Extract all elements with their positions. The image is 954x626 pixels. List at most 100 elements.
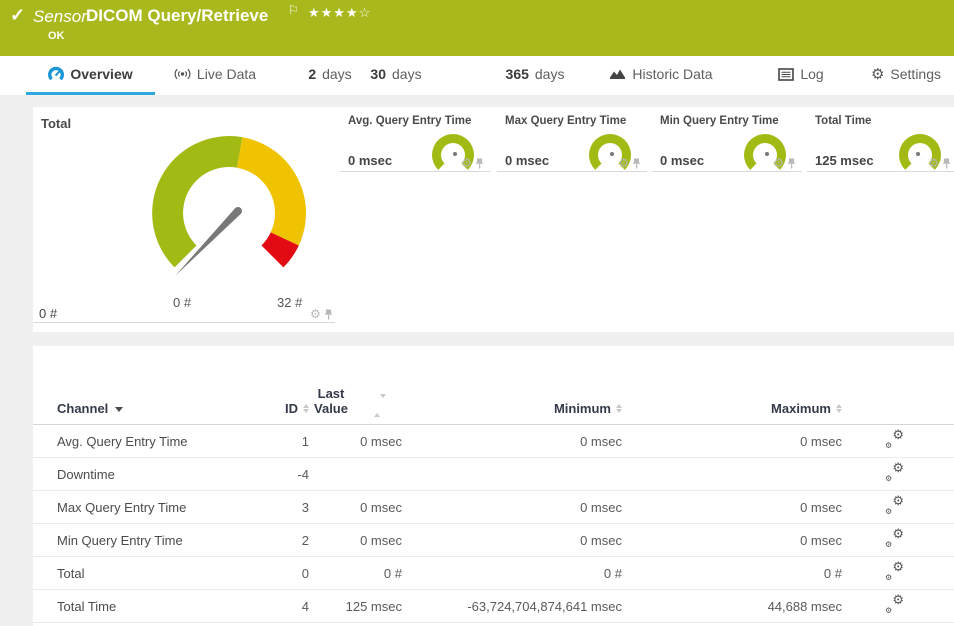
tab-settings[interactable]: ⚙ Settings <box>865 56 947 92</box>
tab-historic-data[interactable]: Historic Data <box>608 56 714 92</box>
sensor-title: DICOM Query/Retrieve <box>86 6 268 26</box>
channel-name: Downtime <box>57 467 247 482</box>
column-label: ID <box>285 401 298 416</box>
channel-maximum: 0 # <box>622 566 842 581</box>
gauge-card-max-query-entry-time[interactable]: Max Query Entry Time 0 msec ⚙ <box>497 107 647 172</box>
pin-icon[interactable] <box>787 158 796 169</box>
table-header-row: Channel ID Last Value Minimum Maximum <box>33 346 954 425</box>
channel-maximum: 0 msec <box>622 500 842 515</box>
channel-id: 3 <box>247 500 309 515</box>
table-row: Max Query Entry Time 3 0 msec 0 msec 0 m… <box>33 491 954 524</box>
tab-bar: Overview Live Data 2 days 30 days 365 da… <box>0 56 954 95</box>
channel-settings-icon[interactable]: ⚙⚙ <box>885 498 904 514</box>
channel-name: Avg. Query Entry Time <box>57 434 247 449</box>
tab-number: 30 <box>370 66 386 82</box>
gauge-card-total-time[interactable]: Total Time 125 msec ⚙ <box>807 107 954 172</box>
channel-id: 0 <box>247 566 309 581</box>
channel-minimum: 0 msec <box>402 500 622 515</box>
total-gauge-scale-max: 32 # <box>277 295 302 310</box>
channel-last-value: 0 msec <box>309 434 402 449</box>
sensor-header: ✓ Sensor DICOM Query/Retrieve ⚐ ★★★★☆ OK <box>0 0 954 56</box>
gauge-actions: ⚙ <box>773 157 796 169</box>
column-label: Minimum <box>554 401 611 416</box>
column-header-actions <box>842 416 954 424</box>
gauge-icon <box>48 66 64 82</box>
column-header-maximum[interactable]: Maximum <box>622 401 842 424</box>
gauge-actions: ⚙ <box>618 157 641 169</box>
gauge-value: 0 msec <box>660 153 704 168</box>
channel-settings-icon[interactable]: ⚙⚙ <box>885 432 904 448</box>
tab-log[interactable]: Log <box>770 56 832 92</box>
total-card-divider <box>33 322 335 323</box>
gauge-card-min-query-entry-time[interactable]: Min Query Entry Time 0 msec ⚙ <box>652 107 802 172</box>
column-header-minimum[interactable]: Minimum <box>402 401 622 424</box>
channel-settings-icon[interactable]: ⚙⚙ <box>885 597 904 613</box>
tab-label: days <box>392 66 422 82</box>
table-row: Min Query Entry Time 2 0 msec 0 msec 0 m… <box>33 524 954 557</box>
total-gauge-title: Total <box>41 116 71 131</box>
channel-settings-icon[interactable]: ⚙⚙ <box>885 564 904 580</box>
channel-name: Max Query Entry Time <box>57 500 247 515</box>
channel-maximum: 44,688 msec <box>622 599 842 614</box>
tab-label: Historic Data <box>632 66 712 82</box>
table-row: Total Time 4 125 msec -63,724,704,874,64… <box>33 590 954 623</box>
mini-gauge <box>895 128 945 182</box>
pin-icon[interactable] <box>632 158 641 169</box>
channel-table: Channel ID Last Value Minimum Maximum <box>33 346 954 626</box>
tab-30-days[interactable]: 30 days <box>365 56 427 92</box>
tab-label: days <box>322 66 352 82</box>
gauge-actions: ⚙ <box>928 157 951 169</box>
column-header-last-value[interactable]: Last Value <box>309 386 402 424</box>
gauge-title: Max Query Entry Time <box>505 115 626 127</box>
tab-2-days[interactable]: 2 days <box>300 56 360 92</box>
gauge-actions: ⚙ <box>461 157 484 169</box>
priority-stars[interactable]: ★★★★☆ <box>308 5 371 21</box>
tab-label: Overview <box>70 66 132 82</box>
pin-icon[interactable] <box>475 158 484 169</box>
tab-overview[interactable]: Overview <box>26 56 155 95</box>
total-gauge <box>119 107 339 287</box>
column-header-id[interactable]: ID <box>247 401 309 424</box>
gauge-value: 0 msec <box>505 153 549 168</box>
ok-check-icon: ✓ <box>10 5 25 26</box>
channel-last-value: 0 msec <box>309 500 402 515</box>
gauge-title: Avg. Query Entry Time <box>348 115 471 127</box>
tab-365-days[interactable]: 365 days <box>500 56 570 92</box>
gear-icon[interactable]: ⚙ <box>618 157 629 169</box>
tab-label: Log <box>800 66 823 82</box>
tab-live-data[interactable]: Live Data <box>165 56 265 92</box>
sensor-type-label: Sensor <box>33 7 87 27</box>
channel-settings-icon[interactable]: ⚙⚙ <box>885 465 904 481</box>
channel-minimum: 0 msec <box>402 533 622 548</box>
column-header-channel[interactable]: Channel <box>57 401 247 424</box>
channel-maximum: 0 msec <box>622 434 842 449</box>
area-chart-icon <box>609 67 626 81</box>
mini-gauge <box>585 128 635 182</box>
column-label: Channel <box>57 401 108 416</box>
channel-settings-icon[interactable]: ⚙⚙ <box>885 531 904 547</box>
gauge-value: 125 msec <box>815 153 874 168</box>
gear-icon[interactable]: ⚙ <box>773 157 784 169</box>
gear-icon[interactable]: ⚙ <box>461 157 472 169</box>
gauge-card-avg-query-entry-time[interactable]: Avg. Query Entry Time 0 msec ⚙ <box>340 107 490 172</box>
mini-gauge <box>740 128 790 182</box>
sort-icon <box>836 404 842 413</box>
gear-icon[interactable]: ⚙ <box>928 157 939 169</box>
table-row: Avg. Query Entry Time 1 0 msec 0 msec 0 … <box>33 425 954 458</box>
channel-minimum: -63,724,704,874,641 msec <box>402 599 622 614</box>
sort-descending-icon <box>115 407 123 412</box>
channel-id: 4 <box>247 599 309 614</box>
channel-last-value: 125 msec <box>309 599 402 614</box>
mini-gauge <box>428 128 478 182</box>
tab-label: Settings <box>890 66 941 82</box>
gear-icon[interactable]: ⚙ <box>310 308 321 320</box>
flag-icon[interactable]: ⚐ <box>288 3 299 17</box>
gauge-title: Min Query Entry Time <box>660 115 779 127</box>
channel-name: Min Query Entry Time <box>57 533 247 548</box>
channel-maximum: 0 msec <box>622 533 842 548</box>
tab-label: Live Data <box>197 66 256 82</box>
pin-icon[interactable] <box>942 158 951 169</box>
channel-name: Total Time <box>57 599 247 614</box>
total-gauge-scale-min: 0 # <box>173 295 191 310</box>
pin-icon[interactable] <box>324 309 333 320</box>
